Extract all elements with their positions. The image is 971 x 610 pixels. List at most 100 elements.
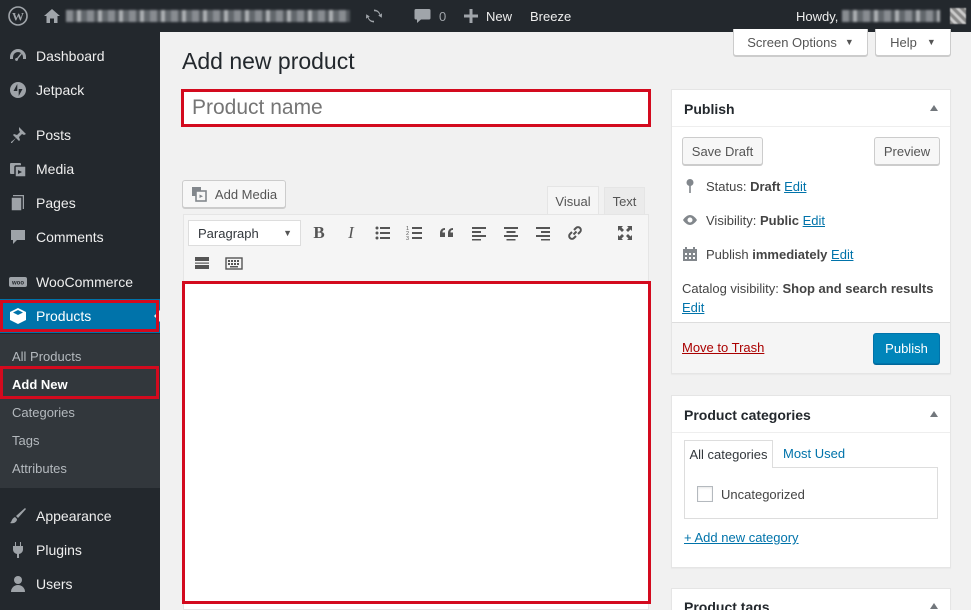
- edit-publish-time-link[interactable]: Edit: [831, 247, 853, 262]
- site-name-link[interactable]: [66, 0, 350, 32]
- category-checklist: Uncategorized: [684, 467, 938, 519]
- align-right-icon[interactable]: [532, 222, 554, 244]
- status-label: Status:: [706, 178, 747, 194]
- pin-icon: [686, 179, 694, 193]
- collapse-arrow-icon[interactable]: [930, 105, 938, 111]
- publish-button[interactable]: Publish: [873, 333, 940, 364]
- move-to-trash-link[interactable]: Move to Trash: [682, 340, 764, 355]
- italic-icon[interactable]: I: [340, 222, 362, 244]
- submenu-add-new[interactable]: Add New: [0, 370, 160, 398]
- breeze-link[interactable]: Breeze: [530, 0, 571, 32]
- sidebar-item-jetpack[interactable]: Jetpack: [0, 73, 160, 107]
- submenu-all-products[interactable]: All Products: [0, 342, 160, 370]
- edit-catalog-visibility-link[interactable]: Edit: [682, 300, 704, 315]
- bulleted-list-icon[interactable]: [372, 222, 394, 244]
- products-submenu: All Products Add New Categories Tags Att…: [0, 334, 160, 488]
- category-item[interactable]: Uncategorized: [697, 486, 805, 502]
- align-left-icon[interactable]: [468, 222, 490, 244]
- box-icon: [0, 306, 36, 326]
- woocommerce-icon: woo: [0, 272, 36, 292]
- link-icon[interactable]: [564, 222, 586, 244]
- product-name-input[interactable]: [184, 92, 648, 124]
- avatar: [950, 8, 967, 24]
- comments-link[interactable]: 0: [414, 0, 446, 32]
- help-button[interactable]: Help ▼: [875, 29, 951, 56]
- sidebar-item-label: Posts: [36, 127, 72, 143]
- pushpin-icon: [0, 125, 36, 145]
- sidebar-item-label: Media: [36, 161, 75, 177]
- active-arrow-icon: [154, 310, 160, 322]
- sidebar-item-dashboard[interactable]: Dashboard: [0, 39, 160, 73]
- sidebar-item-label: Jetpack: [36, 82, 85, 98]
- home-icon[interactable]: [43, 0, 63, 32]
- edit-status-link[interactable]: Edit: [784, 179, 806, 194]
- help-label: Help: [890, 34, 917, 50]
- sidebar-item-appearance[interactable]: Appearance: [0, 499, 160, 533]
- media-icon: [0, 159, 36, 179]
- sidebar-item-posts[interactable]: Posts: [0, 118, 160, 152]
- submenu-tags[interactable]: Tags: [0, 426, 160, 454]
- new-label: New: [486, 8, 513, 24]
- publish-actions: Move to Trash Publish: [672, 322, 950, 373]
- divider: [672, 126, 950, 127]
- blockquote-icon[interactable]: [436, 222, 458, 244]
- sidebar-item-label: WooCommerce: [36, 274, 133, 290]
- product-categories-box: Product categories All categories Most U…: [671, 395, 951, 568]
- screen-options-button[interactable]: Screen Options ▼: [733, 29, 868, 56]
- submenu-attributes[interactable]: Attributes: [0, 454, 160, 482]
- submenu-categories[interactable]: Categories: [0, 398, 160, 426]
- eye-icon: [683, 215, 697, 225]
- sidebar-item-label: Plugins: [36, 542, 82, 558]
- collapse-arrow-icon[interactable]: [930, 603, 938, 609]
- updates-icon[interactable]: [365, 0, 385, 32]
- divider: [672, 432, 950, 433]
- caret-down-icon: ▼: [926, 37, 936, 47]
- category-checkbox[interactable]: [697, 486, 713, 502]
- pages-icon: [0, 193, 36, 213]
- catalog-visibility-row: Catalog visibility: Shop and search resu…: [682, 279, 942, 317]
- publish-box: Publish Save Draft Preview Status: Draft…: [671, 89, 951, 374]
- editor-content-area[interactable]: [183, 282, 649, 610]
- visibility-row: Visibility: Public Edit: [682, 212, 825, 228]
- sidebar-item-label: Comments: [36, 229, 104, 245]
- read-more-icon[interactable]: [191, 252, 213, 274]
- preview-button[interactable]: Preview: [874, 137, 940, 165]
- sidebar-item-users[interactable]: Users: [0, 567, 160, 601]
- tab-text[interactable]: Text: [604, 187, 645, 214]
- category-label: Uncategorized: [721, 486, 805, 502]
- wordpress-logo-icon[interactable]: W: [8, 0, 28, 32]
- calendar-icon: [683, 247, 697, 261]
- align-center-icon[interactable]: [500, 222, 522, 244]
- add-media-button[interactable]: Add Media: [182, 180, 286, 208]
- publish-time-row: Publish immediately Edit: [682, 246, 853, 262]
- comments-count: 0: [439, 8, 447, 24]
- collapse-arrow-icon[interactable]: [930, 411, 938, 417]
- toolbar-toggle-icon[interactable]: [223, 252, 245, 274]
- numbered-list-icon[interactable]: 123: [404, 222, 426, 244]
- sidebar-item-label: Products: [36, 308, 92, 324]
- my-account-link[interactable]: Howdy,: [796, 0, 967, 32]
- format-select[interactable]: Paragraph ▼: [188, 220, 301, 246]
- sidebar-item-pages[interactable]: Pages: [0, 186, 160, 220]
- tab-most-used[interactable]: Most Used: [783, 446, 845, 461]
- plus-icon: [464, 9, 478, 23]
- new-content-link[interactable]: New: [464, 0, 512, 32]
- svg-text:3: 3: [406, 236, 409, 242]
- bold-icon[interactable]: B: [308, 222, 330, 244]
- user-icon: [0, 574, 36, 594]
- sidebar-item-plugins[interactable]: Plugins: [0, 533, 160, 567]
- edit-visibility-link[interactable]: Edit: [803, 213, 825, 228]
- sidebar-item-woocommerce[interactable]: woo WooCommerce: [0, 265, 160, 299]
- sidebar-item-media[interactable]: Media: [0, 152, 160, 186]
- tab-all-categories[interactable]: All categories: [684, 440, 773, 468]
- sidebar-item-comments[interactable]: Comments: [0, 220, 160, 254]
- tab-visual[interactable]: Visual: [547, 186, 599, 215]
- add-media-icon: [191, 187, 207, 202]
- add-media-label: Add Media: [214, 186, 278, 202]
- save-draft-button[interactable]: Save Draft: [682, 137, 763, 165]
- publish-time-value: immediately: [752, 246, 828, 262]
- fullscreen-icon[interactable]: [614, 222, 636, 244]
- add-new-category-link[interactable]: + Add new category: [684, 530, 799, 545]
- catalog-visibility-value: Shop and search results: [782, 281, 934, 296]
- sidebar-item-products[interactable]: Products: [0, 299, 160, 333]
